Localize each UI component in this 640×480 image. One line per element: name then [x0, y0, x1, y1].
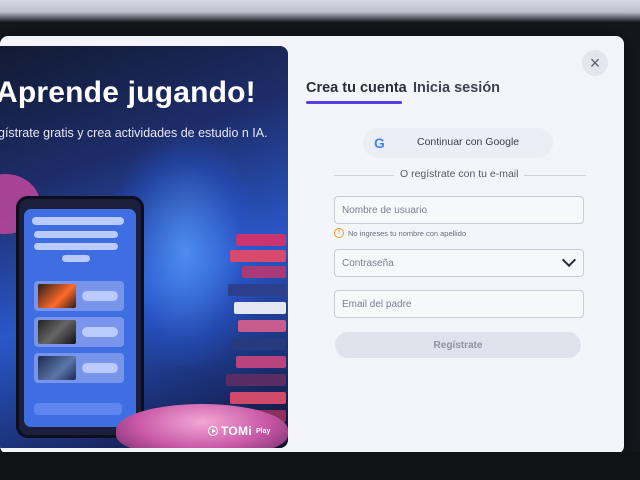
- register-button[interactable]: Regístrate: [335, 332, 581, 358]
- phone-illustration: [16, 196, 144, 438]
- google-icon: G: [374, 135, 385, 151]
- play-icon: [208, 426, 218, 436]
- google-button-label: Continuar con Google: [417, 136, 520, 148]
- phone-screen: [24, 209, 136, 427]
- logo-suffix: Play: [255, 427, 271, 435]
- username-input[interactable]: [334, 196, 584, 224]
- tab-create-account[interactable]: Crea tu cuenta: [306, 80, 407, 96]
- username-hint-text: No ingreses tu nombre con apellido: [348, 228, 466, 238]
- google-signin-button[interactable]: G Continuar con Google: [363, 128, 553, 158]
- password-input[interactable]: [334, 249, 584, 277]
- hero-title: Aprende jugando!: [0, 76, 256, 109]
- parent-email-input[interactable]: [334, 290, 584, 318]
- hero-panel: Aprende jugando! gístrate gratis y crea …: [0, 46, 288, 448]
- screen-bezel: [0, 452, 640, 480]
- close-icon[interactable]: ×: [582, 50, 608, 76]
- username-hint: ! No ingreses tu nombre con apellido: [334, 228, 466, 238]
- tab-login[interactable]: Inicia sesión: [413, 80, 500, 96]
- screen-glare: [0, 0, 640, 22]
- divider-label: O regístrate con tu e-mail: [394, 168, 525, 180]
- logo-text: TOMi: [221, 424, 252, 438]
- active-tab-indicator: [306, 101, 402, 104]
- password-field: [334, 249, 584, 277]
- hero-subtitle: gístrate gratis y crea actividades de es…: [0, 126, 268, 140]
- tomi-play-logo: TOMi Play: [208, 424, 270, 438]
- warning-icon: !: [334, 228, 344, 238]
- signup-modal: Aprende jugando! gístrate gratis y crea …: [0, 36, 624, 454]
